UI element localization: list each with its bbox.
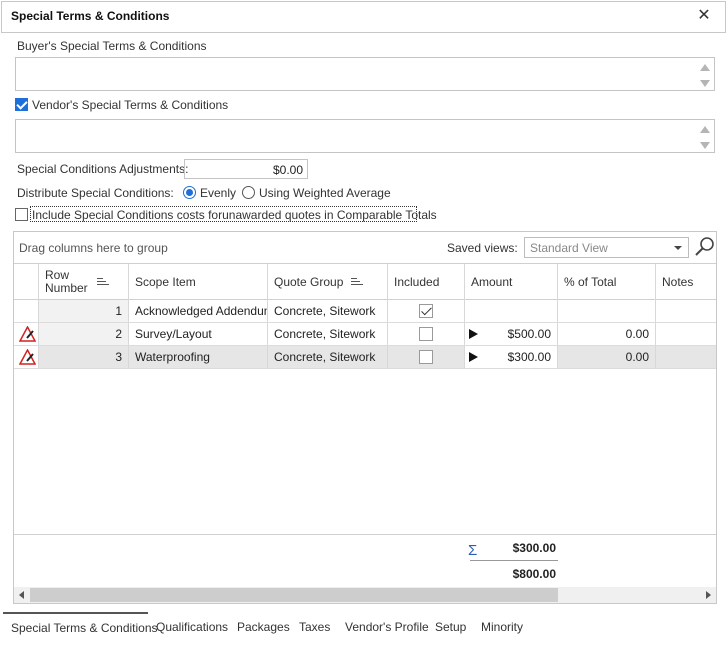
cell-scope-item[interactable]: Waterproofing: [129, 346, 268, 368]
scope-grid: Drag columns here to group Saved views: …: [13, 231, 717, 604]
cell-quote-group[interactable]: Concrete, Sitework: [268, 346, 388, 368]
cell-row-number: 2: [39, 323, 129, 345]
summary-divider: [470, 560, 558, 561]
row-indicator: [14, 346, 39, 368]
close-button[interactable]: ✕: [694, 6, 714, 26]
warning-edit-icon: [19, 326, 36, 342]
radio-weighted-average-label[interactable]: Using Weighted Average: [259, 186, 391, 200]
group-panel[interactable]: Drag columns here to group Saved views: …: [14, 232, 716, 264]
cell-scope-item[interactable]: Acknowledged Addendum: [129, 300, 268, 322]
adjustments-label: Special Conditions Adjustments:: [17, 162, 189, 176]
scroll-down-icon[interactable]: [700, 142, 710, 149]
group-hint: Drag columns here to group: [19, 241, 168, 255]
tab-qualifications[interactable]: Qualifications: [156, 612, 228, 642]
scroll-left-icon[interactable]: [19, 591, 24, 599]
cell-quote-group[interactable]: Concrete, Sitework: [268, 323, 388, 345]
sigma-icon: Σ: [468, 542, 478, 559]
row-indicator: [14, 300, 39, 322]
adjustments-input[interactable]: $0.00: [184, 159, 308, 179]
header-indicator: [14, 264, 39, 300]
cell-pct-total: [558, 300, 656, 322]
cell-scope-item[interactable]: Survey/Layout: [129, 323, 268, 345]
radio-evenly[interactable]: [183, 186, 196, 199]
scroll-up-icon[interactable]: [700, 126, 710, 133]
saved-view-value: Standard View: [530, 241, 608, 255]
header-notes[interactable]: Notes: [656, 264, 716, 300]
table-row[interactable]: 1 Acknowledged Addendum Concrete, Sitewo…: [14, 300, 716, 323]
cell-quote-group[interactable]: Concrete, Sitework: [268, 300, 388, 322]
included-checkbox[interactable]: [419, 350, 433, 364]
radio-evenly-label[interactable]: Evenly: [200, 186, 236, 200]
saved-views-select[interactable]: Standard View: [524, 237, 689, 258]
tab-packages[interactable]: Packages: [237, 612, 290, 642]
table-row[interactable]: 3 Waterproofing Concrete, Sitework $300.…: [14, 346, 716, 369]
scroll-right-icon[interactable]: [706, 591, 711, 599]
summary-total: $300.00: [512, 541, 556, 555]
buyer-terms-input[interactable]: [15, 57, 715, 91]
included-checkbox[interactable]: [419, 327, 433, 341]
vendor-terms-scrollbar[interactable]: [696, 120, 714, 152]
scrollbar-thumb[interactable]: [30, 588, 558, 602]
header-scope-item[interactable]: Scope Item: [129, 264, 268, 300]
scroll-down-icon[interactable]: [700, 80, 710, 87]
tab-taxes[interactable]: Taxes: [299, 612, 330, 642]
header-row-number[interactable]: Row Number: [39, 264, 129, 300]
cell-included[interactable]: [388, 300, 465, 322]
buyer-terms-label: Buyer's Special Terms & Conditions: [17, 39, 207, 53]
cell-amount[interactable]: $300.00: [465, 346, 558, 368]
tab-setup[interactable]: Setup: [435, 612, 466, 642]
search-icon[interactable]: [694, 236, 716, 258]
tab-special-terms[interactable]: Special Terms & Conditions: [3, 612, 158, 642]
grid-header: Row Number Scope Item Quote Group Includ…: [14, 263, 716, 300]
tab-vendors-profile[interactable]: Vendor's Profile: [345, 612, 429, 642]
include-costs-checkbox[interactable]: [15, 208, 28, 221]
cell-pct-total: 0.00: [558, 346, 656, 368]
radio-weighted-average[interactable]: [242, 186, 255, 199]
include-costs-label[interactable]: Include Special Conditions costs forunaw…: [32, 208, 437, 222]
saved-views-label: Saved views:: [447, 241, 518, 255]
chevron-down-icon: [674, 246, 682, 250]
close-icon: ✕: [697, 7, 711, 24]
bottom-tabs: Special Terms & Conditions Qualification…: [0, 612, 727, 642]
header-pct-total[interactable]: % of Total: [558, 264, 656, 300]
cell-row-number: 1: [39, 300, 129, 322]
cell-row-number: 3: [39, 346, 129, 368]
buyer-terms-scrollbar[interactable]: [696, 58, 714, 90]
play-icon: [469, 329, 478, 339]
grand-total-footer: $800.00: [14, 562, 716, 586]
included-checkbox[interactable]: [419, 304, 433, 318]
cell-notes[interactable]: [656, 346, 716, 368]
cell-notes[interactable]: [656, 323, 716, 345]
header-included[interactable]: Included: [388, 264, 465, 300]
summary-footer: Σ $300.00: [14, 534, 716, 562]
grand-total: $800.00: [512, 567, 556, 581]
cell-amount[interactable]: $500.00: [465, 323, 558, 345]
cell-amount[interactable]: [465, 300, 558, 322]
header-quote-group[interactable]: Quote Group: [268, 264, 388, 300]
cell-included[interactable]: [388, 346, 465, 368]
vendor-terms-input[interactable]: [15, 119, 715, 153]
warning-edit-icon: [19, 349, 36, 365]
play-icon: [469, 352, 478, 362]
horizontal-scrollbar[interactable]: [14, 587, 716, 603]
window-title: Special Terms & Conditions: [11, 9, 170, 23]
cell-pct-total: 0.00: [558, 323, 656, 345]
scroll-up-icon[interactable]: [700, 64, 710, 71]
sort-icon: [97, 277, 109, 287]
cell-included[interactable]: [388, 323, 465, 345]
row-indicator: [14, 323, 39, 345]
cell-notes[interactable]: [656, 300, 716, 322]
header-amount[interactable]: Amount: [465, 264, 558, 300]
vendor-terms-label: Vendor's Special Terms & Conditions: [32, 98, 229, 112]
table-row[interactable]: 2 Survey/Layout Concrete, Sitework $500.…: [14, 323, 716, 346]
distribute-label: Distribute Special Conditions:: [17, 186, 174, 200]
vendor-terms-checkbox[interactable]: [15, 98, 28, 111]
tab-minority[interactable]: Minority: [481, 612, 523, 642]
sort-icon: [351, 277, 364, 287]
